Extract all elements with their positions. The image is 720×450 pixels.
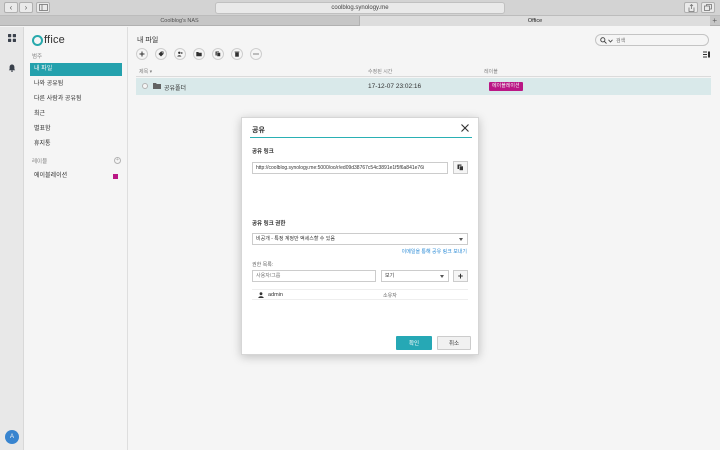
add-permission-button[interactable]: + — [453, 270, 468, 282]
role-select[interactable]: 보기 — [381, 270, 449, 282]
confirm-button[interactable]: 확인 — [396, 336, 432, 350]
link-permission-value: 비공개 - 특정 계정만 액세스할 수 있음 — [256, 236, 336, 242]
permission-user-name: admin — [268, 292, 283, 298]
email-share-link[interactable]: 이메일을 통해 공유 링크 보내기 — [402, 248, 467, 255]
permission-user-role: 소유자 — [383, 293, 397, 299]
share-dialog: 공유 공유 링크 http://coolblog.synology.me:500… — [241, 117, 479, 355]
permission-list-label: 권한 목록: — [252, 262, 274, 268]
link-permission-select[interactable]: 비공개 - 특정 계정만 액세스할 수 있음 — [252, 233, 468, 245]
chevron-down-icon — [459, 238, 463, 241]
close-icon[interactable] — [460, 123, 470, 133]
role-select-value: 보기 — [385, 273, 395, 279]
user-group-input[interactable] — [252, 270, 376, 282]
dialog-title-divider — [250, 137, 472, 138]
chevron-down-icon — [440, 275, 444, 278]
dialog-title: 공유 — [252, 127, 265, 134]
user-icon — [258, 292, 264, 298]
copy-link-button[interactable] — [453, 161, 468, 174]
cancel-button[interactable]: 취소 — [437, 336, 471, 350]
copy-icon — [457, 164, 464, 171]
permission-row[interactable]: admin 소유자 — [252, 289, 468, 300]
share-link-label: 공유 링크 — [252, 149, 274, 155]
share-link-field[interactable]: http://coolblog.synology.me:5000/oo/r/ed… — [252, 162, 448, 174]
link-permission-label: 공유 링크 권한 — [252, 221, 286, 227]
